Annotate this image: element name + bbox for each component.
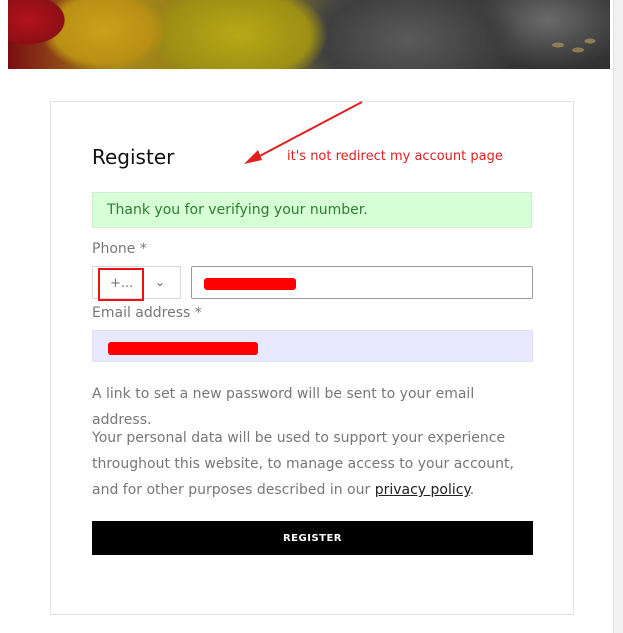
annotation-text: it's not redirect my account page (287, 149, 503, 164)
privacy-text-after: . (469, 482, 475, 498)
redaction-mark (108, 342, 258, 355)
register-button[interactable]: REGISTER (92, 521, 533, 555)
chevron-down-icon: ⌄ (155, 275, 166, 289)
redaction-mark (204, 278, 296, 290)
scrollbar[interactable] (613, 0, 623, 633)
hero-seeds (548, 35, 598, 60)
success-notice: Thank you for verifying your number. (92, 192, 532, 228)
privacy-text: Your personal data will be used to suppo… (92, 425, 532, 503)
hero-image (8, 0, 610, 69)
country-code-value: +... (110, 276, 134, 291)
privacy-policy-link[interactable]: privacy policy (375, 482, 470, 498)
phone-label: Phone * (92, 241, 147, 257)
country-code-select[interactable]: +... ⌄ (92, 266, 181, 299)
success-notice-text: Thank you for verifying your number. (107, 202, 368, 218)
email-label: Email address * (92, 305, 202, 321)
page-title: Register (92, 145, 175, 169)
